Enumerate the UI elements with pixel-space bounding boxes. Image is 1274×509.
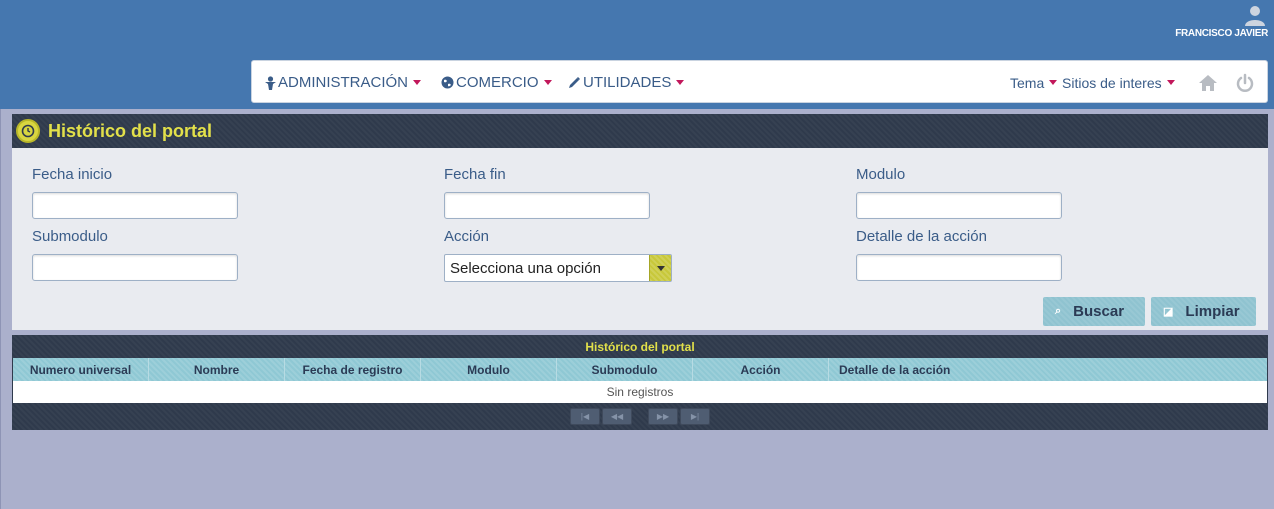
next-page-icon[interactable]: ▶▶ (648, 408, 678, 425)
column-header[interactable]: Acción (693, 358, 829, 381)
accion-select[interactable]: Selecciona una opción (444, 254, 672, 282)
search-icon: ⌕ (1055, 305, 1062, 317)
home-button[interactable] (1198, 61, 1218, 104)
nav-sitios-interes[interactable]: Sitios de interes (1062, 61, 1175, 104)
power-icon (1236, 73, 1254, 92)
caret-down-icon (543, 80, 552, 85)
last-page-icon[interactable]: ▶| (680, 408, 710, 425)
clear-button-label: Limpiar (1185, 303, 1240, 320)
caret-down-icon (413, 80, 422, 85)
nav-tema[interactable]: Tema (1010, 61, 1058, 104)
eraser-icon: ◪ (1163, 306, 1174, 318)
fecha-fin-input[interactable] (444, 192, 650, 219)
column-header[interactable]: Numero universal (13, 358, 149, 381)
accion-label: Acción (444, 228, 490, 245)
search-button[interactable]: ⌕ Buscar (1043, 297, 1145, 326)
fecha-fin-label: Fecha fin (444, 166, 506, 183)
detalle-input[interactable] (856, 254, 1062, 281)
submodulo-input[interactable] (32, 254, 238, 281)
column-header[interactable]: Detalle de la acción (829, 358, 1267, 381)
nav-administracion[interactable]: ADMINISTRACIÓN (265, 61, 422, 104)
main-navbar: ADMINISTRACIÓN COMERCIO UTILIDADES Tema … (251, 60, 1268, 103)
clear-button[interactable]: ◪ Limpiar (1151, 297, 1256, 326)
user-area[interactable]: FRANCISCO JAVIER (1175, 4, 1268, 39)
globe-icon (441, 76, 454, 89)
nav-utilidades-label: UTILIDADES (583, 74, 672, 91)
empty-message: Sin registros (13, 381, 1267, 403)
panel-header: Histórico del portal (12, 114, 1268, 148)
search-button-label: Buscar (1073, 303, 1125, 320)
pencil-icon (569, 77, 580, 88)
column-header[interactable]: Nombre (149, 358, 285, 381)
search-panel: Histórico del portal Fecha inicio Fecha … (12, 114, 1268, 330)
results-grid: Histórico del portal Numero universal No… (12, 335, 1268, 430)
fecha-inicio-label: Fecha inicio (32, 166, 113, 183)
nav-comercio-label: COMERCIO (456, 74, 539, 91)
pager: |◀ ◀◀ ▶▶ ▶| (12, 403, 1268, 430)
nav-sitios-interes-label: Sitios de interes (1062, 74, 1162, 91)
first-page-icon[interactable]: |◀ (570, 408, 600, 425)
caret-down-icon (676, 80, 685, 85)
page-title: Histórico del portal (48, 120, 213, 141)
column-header[interactable]: Modulo (421, 358, 557, 381)
grid-header: Numero universal Nombre Fecha de registr… (13, 358, 1267, 381)
user-name: FRANCISCO JAVIER (1175, 28, 1268, 39)
clock-icon (16, 119, 40, 143)
grid-caption: Histórico del portal (12, 335, 1268, 358)
fecha-inicio-input[interactable] (32, 192, 238, 219)
column-header[interactable]: Submodulo (557, 358, 693, 381)
nav-tema-label: Tema (1010, 74, 1045, 91)
logout-button[interactable] (1235, 61, 1255, 104)
user-icon[interactable] (1244, 4, 1266, 26)
user-tie-icon (265, 75, 276, 90)
submodulo-label: Submodulo (32, 228, 108, 245)
column-header[interactable]: Fecha de registro (285, 358, 421, 381)
home-icon (1199, 74, 1217, 91)
nav-administracion-label: ADMINISTRACIÓN (278, 74, 409, 91)
nav-utilidades[interactable]: UTILIDADES (568, 61, 685, 104)
chevron-down-icon[interactable] (649, 255, 671, 281)
modulo-label: Modulo (856, 166, 906, 183)
accion-select-value: Selecciona una opción (450, 259, 601, 277)
caret-down-icon (1166, 80, 1175, 85)
prev-page-icon[interactable]: ◀◀ (602, 408, 632, 425)
nav-comercio[interactable]: COMERCIO (441, 61, 552, 104)
detalle-label: Detalle de la acción (856, 228, 987, 245)
modulo-input[interactable] (856, 192, 1062, 219)
caret-down-icon (1049, 80, 1058, 85)
